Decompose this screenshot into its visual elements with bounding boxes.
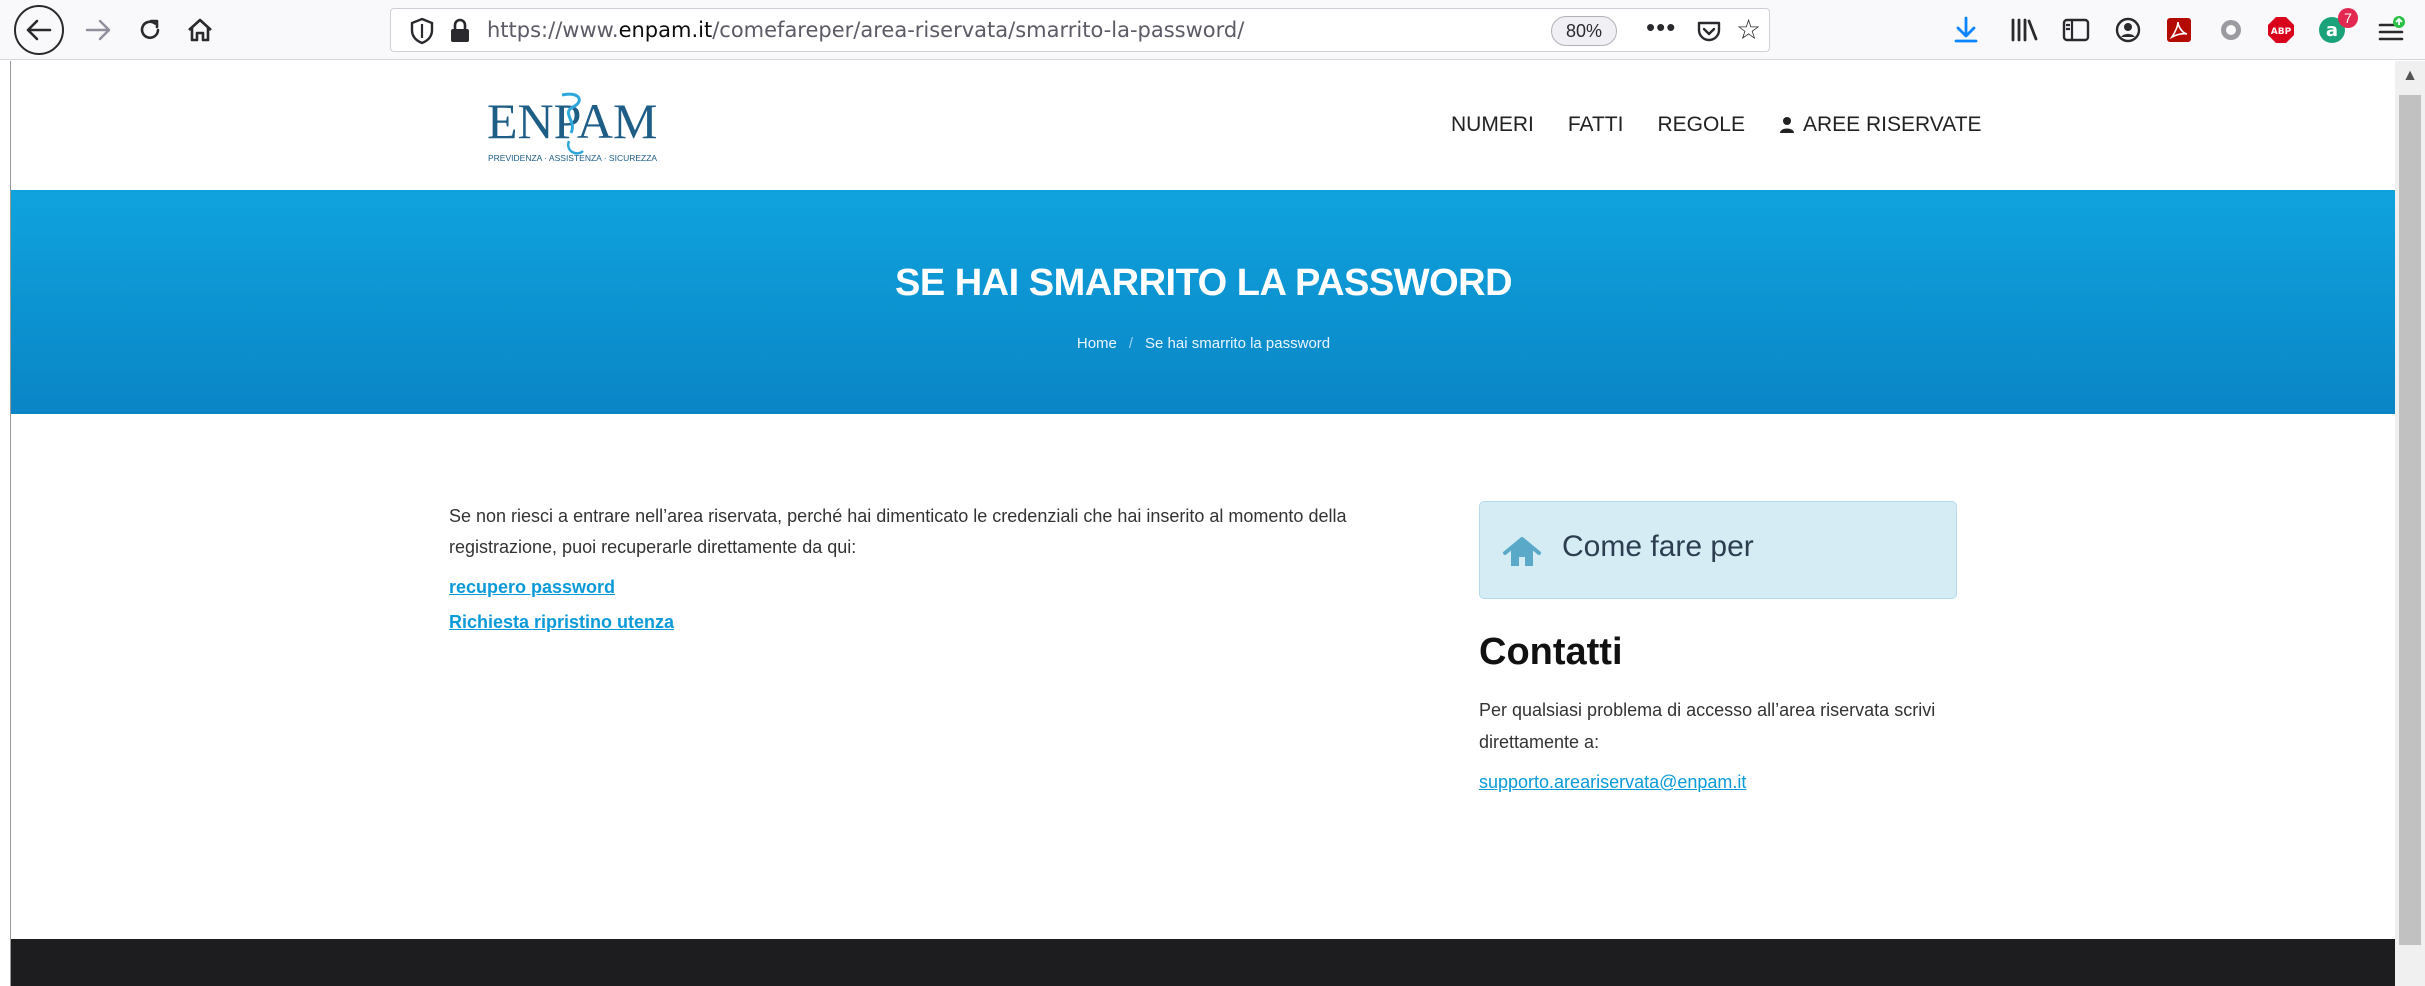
nav-numeri[interactable]: NUMERI <box>1451 113 1534 137</box>
come-fare-per-label: Come fare per <box>1562 530 1754 563</box>
lock-icon[interactable] <box>449 18 471 44</box>
back-icon[interactable] <box>14 5 64 55</box>
sidebar-icon[interactable] <box>2060 14 2092 46</box>
reload-icon[interactable] <box>128 8 172 52</box>
extension-badge: 7 <box>2338 8 2358 28</box>
nav-aree-riservate[interactable]: AREE RISERVATE <box>1779 113 1982 137</box>
page-title: SE HAI SMARRITO LA PASSWORD <box>894 262 1513 304</box>
download-icon[interactable] <box>1950 14 1982 46</box>
circle-extension-icon[interactable] <box>2215 14 2247 46</box>
svg-text:ABP: ABP <box>2271 27 2292 37</box>
page-hero: SE HAI SMARRITO LA PASSWORD Home / Se hai … <box>11 190 2395 414</box>
svg-text:a: a <box>2326 20 2338 41</box>
nav-regole[interactable]: REGOLE <box>1657 113 1745 137</box>
breadcrumb-current: Se hai smarrito la password <box>1145 335 1331 352</box>
url-text[interactable]: https://www.enpam.it/comefareper/area-ri… <box>487 18 1244 42</box>
pdf-icon[interactable] <box>2163 14 2195 46</box>
address-bar[interactable]: https://www.enpam.it/comefareper/area-ri… <box>390 8 1770 52</box>
forward-icon[interactable] <box>76 8 120 52</box>
sidebar: Come fare per Contatti Per qualsiasi pro… <box>1479 501 1959 793</box>
ripristino-utenza-link[interactable]: Richiesta ripristino utenza <box>449 612 1409 633</box>
pocket-icon[interactable] <box>1696 19 1722 43</box>
vertical-scrollbar[interactable]: ▲ <box>2395 61 2425 986</box>
intro-text: Se non riesci a entrare nell’area riserv… <box>449 506 1347 557</box>
adblock-icon[interactable]: ABP <box>2265 14 2297 46</box>
contacts-email-link[interactable]: supporto.areariservata@enpam.it <box>1479 772 1959 793</box>
url-domain: enpam.it <box>618 18 713 42</box>
main-content: Se non riesci a entrare nell’area riserv… <box>449 501 1409 633</box>
recupero-password-link[interactable]: recupero password <box>449 577 1409 598</box>
come-fare-per-box[interactable]: Come fare per <box>1479 501 1957 599</box>
scroll-up-arrow-icon[interactable]: ▲ <box>2395 61 2425 91</box>
account-icon[interactable] <box>2112 14 2144 46</box>
contacts-title: Contatti <box>1479 631 1623 673</box>
page-viewport: ENPAM PREVIDENZA · ASSISTENZA · SICUREZZ… <box>10 61 2395 986</box>
home-icon <box>1502 536 1542 568</box>
breadcrumb: Home / Se hai smarrito la password <box>11 335 2395 352</box>
browser-toolbar: https://www.enpam.it/comefareper/area-ri… <box>0 0 2425 60</box>
nav-fatti[interactable]: FATTI <box>1568 113 1624 137</box>
site-footer <box>11 939 2395 986</box>
breadcrumb-separator: / <box>1128 335 1134 352</box>
a-extension-icon[interactable]: a 7 <box>2316 8 2358 46</box>
zoom-indicator[interactable]: 80% <box>1551 16 1617 46</box>
main-nav: NUMERI FATTI REGOLE AREE RISERVATE <box>1451 113 1982 137</box>
scrollbar-thumb[interactable] <box>2399 95 2421 945</box>
url-path: /comefareper/area-riservata/smarrito-la-… <box>712 18 1245 42</box>
home-icon[interactable] <box>178 8 222 52</box>
page-actions-more-icon[interactable]: ••• <box>1646 12 1676 43</box>
shield-icon[interactable] <box>409 17 435 45</box>
logo-tagline: PREVIDENZA · ASSISTENZA · SICUREZZA <box>488 153 657 163</box>
library-icon[interactable] <box>2008 14 2040 46</box>
nav-aree-riservate-label: AREE RISERVATE <box>1802 113 1982 136</box>
star-icon[interactable]: ☆ <box>1736 13 1761 46</box>
user-icon <box>1779 117 1794 133</box>
url-prefix: https://www. <box>487 18 619 42</box>
contacts-text: Per qualsiasi problema di accesso all’ar… <box>1479 700 1936 752</box>
menu-icon[interactable] <box>2375 14 2407 46</box>
site-header: ENPAM PREVIDENZA · ASSISTENZA · SICUREZZ… <box>11 61 2395 190</box>
enpam-logo[interactable]: ENPAM PREVIDENZA · ASSISTENZA · SICUREZZ… <box>487 83 687 173</box>
breadcrumb-home[interactable]: Home <box>1077 335 1117 352</box>
